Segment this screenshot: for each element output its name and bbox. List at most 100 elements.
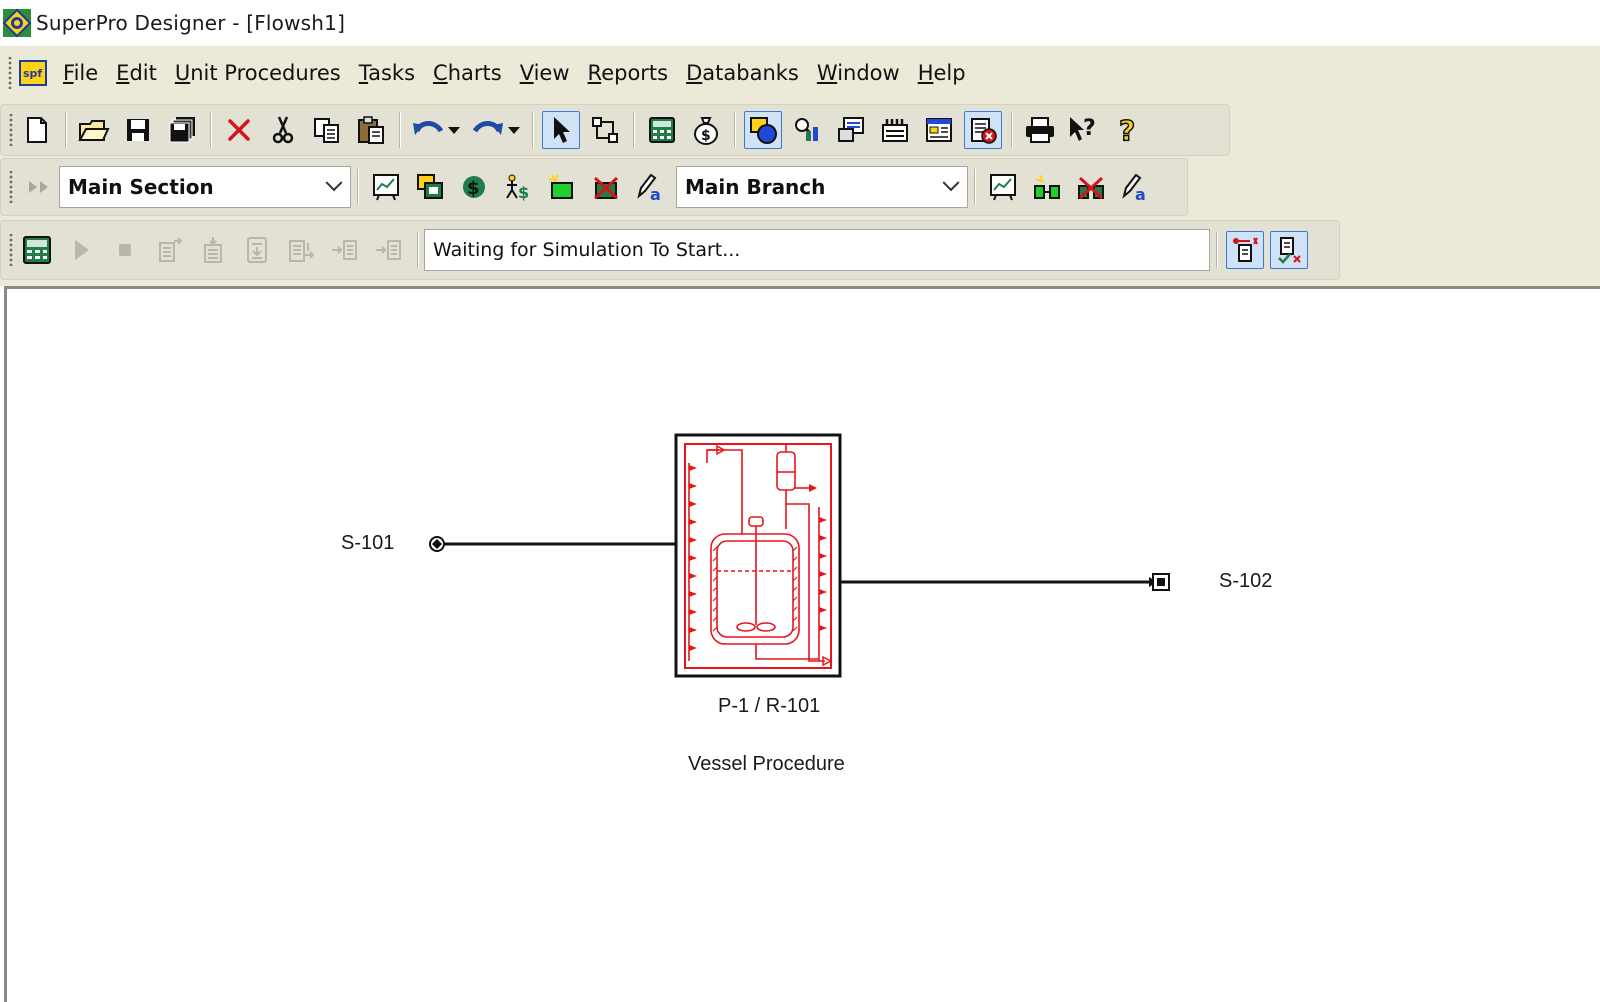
add-section-button[interactable]: [543, 168, 581, 206]
toolbar-separator: [399, 112, 400, 148]
undo-dropdown-icon[interactable]: [448, 126, 460, 134]
branch-view-button[interactable]: [984, 168, 1022, 206]
labor-icon: $: [506, 174, 529, 202]
dollar-icon: $: [463, 176, 485, 199]
select-mode-button[interactable]: [542, 111, 580, 149]
section-operating-button[interactable]: $: [499, 168, 537, 206]
save-all-button[interactable]: [163, 111, 201, 149]
add-branch-button[interactable]: [1028, 168, 1066, 206]
save-button[interactable]: [119, 111, 157, 149]
menu-file[interactable]: File: [54, 61, 107, 85]
expand-chevrons-icon[interactable]: [25, 177, 55, 197]
section-cost-button[interactable]: $: [455, 168, 493, 206]
components-button[interactable]: [788, 111, 826, 149]
save-disk-icon: [127, 119, 149, 141]
menu-accelerator-letter: H: [917, 61, 934, 85]
menu-label-rest: atabanks: [702, 61, 799, 85]
print-button[interactable]: [1021, 111, 1059, 149]
breakpoint-settings-button[interactable]: [1226, 231, 1264, 269]
app-logo-icon: [2, 8, 32, 38]
menu-edit[interactable]: Edit: [107, 61, 166, 85]
stream-s102-line[interactable]: [827, 577, 1157, 587]
chart-window-icon: [990, 174, 1016, 201]
open-button[interactable]: [75, 111, 113, 149]
toolbar-separator: [417, 232, 418, 268]
undo-button[interactable]: [409, 111, 447, 149]
scheduling-button[interactable]: [964, 111, 1002, 149]
vessel-procedure-unit[interactable]: [674, 433, 842, 678]
shapes-button[interactable]: [744, 111, 782, 149]
menu-databanks[interactable]: Databanks: [677, 61, 808, 85]
branch-select[interactable]: Main Branch: [676, 166, 968, 208]
section-select-value: Main Section: [68, 175, 214, 199]
unit-tag-label[interactable]: P-1 / R-101: [718, 695, 820, 718]
redo-dropdown-icon[interactable]: [508, 126, 520, 134]
stop-icon: [119, 244, 131, 256]
svg-text:$: $: [467, 178, 480, 199]
branch-select-value: Main Branch: [685, 175, 826, 199]
toolbar-grip-handle[interactable]: [7, 114, 15, 146]
output-stream-label[interactable]: S-102: [1219, 570, 1272, 593]
window-button[interactable]: [920, 111, 958, 149]
redo-button[interactable]: [469, 111, 507, 149]
menu-accelerator-letter: R: [587, 61, 602, 85]
help-button[interactable]: ?: [1109, 111, 1147, 149]
money-bag-icon: $: [694, 117, 718, 145]
stop-button: [106, 231, 144, 269]
section-select[interactable]: Main Section: [59, 166, 351, 208]
breakpoint-icon: [1233, 237, 1258, 262]
check-settings-icon: [1278, 237, 1301, 264]
equipment-button[interactable]: [876, 111, 914, 149]
input-stream-label[interactable]: S-101: [341, 532, 394, 555]
solve-mass-balance-button[interactable]: [18, 231, 56, 269]
spf-document-icon[interactable]: spf: [18, 59, 48, 87]
step-in-icon: [204, 237, 222, 263]
section-view-button[interactable]: [367, 168, 405, 206]
new-button[interactable]: [18, 111, 56, 149]
cut-button[interactable]: [264, 111, 302, 149]
delete-button[interactable]: [220, 111, 258, 149]
menu-unit-procedures[interactable]: Unit Procedures: [166, 61, 350, 85]
economics-button[interactable]: $: [687, 111, 725, 149]
delete-branch-button[interactable]: [1072, 168, 1110, 206]
menu-grip-handle[interactable]: [6, 57, 14, 89]
paste-button[interactable]: [352, 111, 390, 149]
output-stream-sink-icon[interactable]: [1152, 573, 1170, 591]
scheduling-icon: [971, 118, 997, 144]
delete-branch-icon: [1078, 176, 1104, 200]
section-copy-button[interactable]: [411, 168, 449, 206]
delete-section-button[interactable]: [587, 168, 625, 206]
input-stream-source-icon[interactable]: [429, 536, 445, 552]
menu-tasks[interactable]: Tasks: [350, 61, 424, 85]
toolbar-grip-handle[interactable]: [7, 171, 15, 203]
step-in-button: [194, 231, 232, 269]
menu-help[interactable]: Help: [909, 61, 975, 85]
check-settings-button[interactable]: [1270, 231, 1308, 269]
menu-window[interactable]: Window: [808, 61, 909, 85]
menu-accelerator-letter: D: [686, 61, 703, 85]
menu-view[interactable]: View: [511, 61, 579, 85]
components-icon: [795, 118, 818, 141]
menu-label-rest: asks: [368, 61, 416, 85]
step-over-icon: [247, 237, 267, 263]
svg-text:a: a: [1135, 185, 1146, 202]
menu-bar: spf File Edit Unit Procedures Tasks Charts Vi…: [0, 46, 1600, 100]
toolbar-grip-handle[interactable]: [7, 234, 15, 266]
flowsheet-canvas[interactable]: S-101 S-102 P-1 / R-101 Vessel Procedure: [4, 286, 1600, 1002]
context-help-button[interactable]: ?: [1065, 111, 1103, 149]
step-over-button: [238, 231, 276, 269]
svg-text:?: ?: [1119, 115, 1135, 145]
rename-branch-button[interactable]: a: [1116, 168, 1154, 206]
databank-button[interactable]: [832, 111, 870, 149]
menu-charts[interactable]: Charts: [424, 61, 511, 85]
menu-label-rest: ile: [73, 61, 99, 85]
calculator-button[interactable]: [643, 111, 681, 149]
rename-section-button[interactable]: a: [631, 168, 669, 206]
toolbar-separator: [357, 169, 358, 205]
connect-streams-button[interactable]: [586, 111, 624, 149]
menu-accelerator-letter: E: [116, 61, 130, 85]
window-icon: [926, 118, 952, 142]
unit-description-label[interactable]: Vessel Procedure: [688, 753, 845, 776]
menu-reports[interactable]: Reports: [579, 61, 678, 85]
copy-button[interactable]: [308, 111, 346, 149]
